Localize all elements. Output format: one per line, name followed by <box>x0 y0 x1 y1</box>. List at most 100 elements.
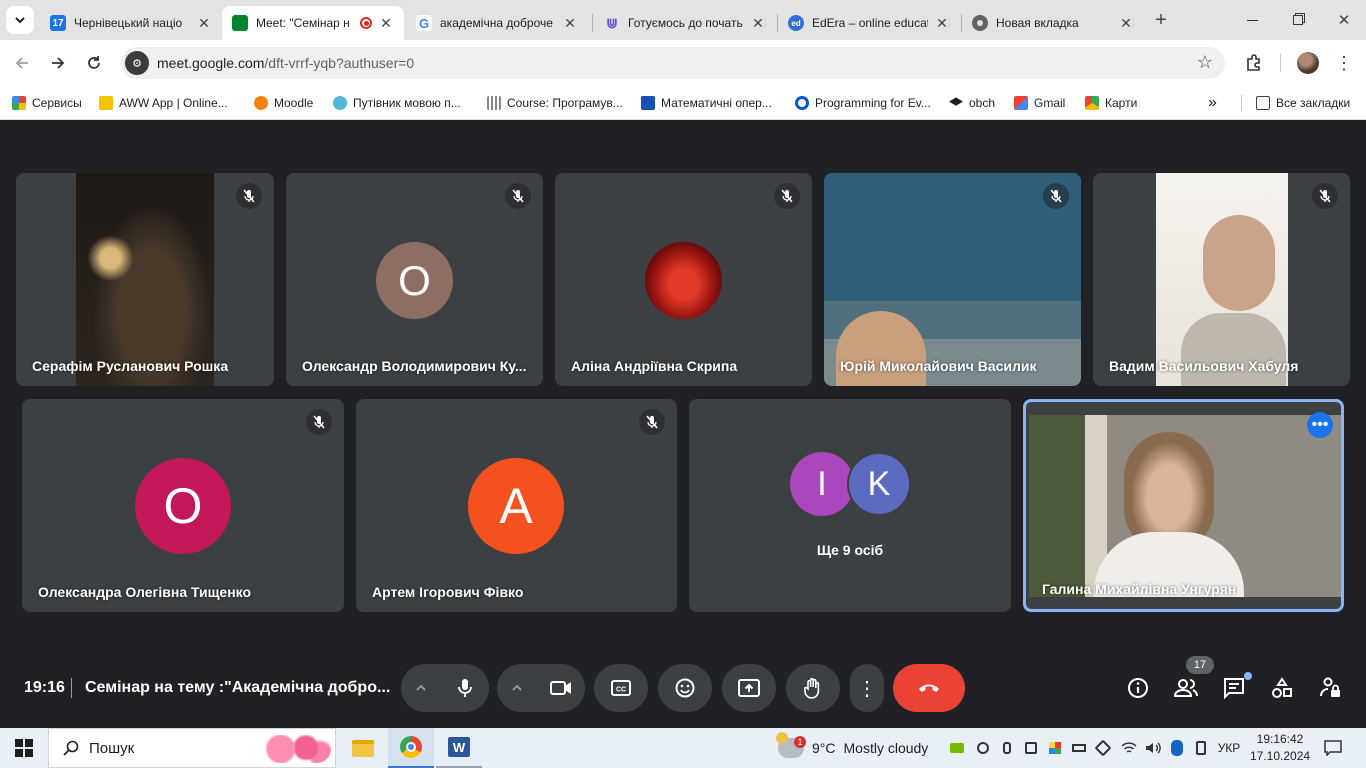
all-bookmarks-button[interactable]: Все закладки <box>1256 93 1350 113</box>
camera-icon <box>550 681 571 695</box>
nvidia-tray-icon[interactable] <box>946 728 968 768</box>
activities-button[interactable] <box>1268 674 1296 702</box>
more-bookmarks-button[interactable]: » <box>1208 93 1217 113</box>
tab-title: Meet: "Семінар н <box>256 16 350 30</box>
bluetooth-tray-icon[interactable] <box>1166 728 1188 768</box>
participant-tile[interactable]: Аліна Андріївна Скрипа <box>555 173 812 386</box>
language-indicator[interactable]: УКР <box>1214 728 1244 768</box>
bookmark-gmail[interactable]: Gmail <box>1014 93 1065 113</box>
video-options-button[interactable] <box>497 677 537 700</box>
close-icon[interactable]: ✕ <box>934 15 950 32</box>
bookmark-services[interactable]: Сервисы <box>12 93 82 113</box>
reload-button[interactable] <box>80 49 108 77</box>
minimize-button[interactable] <box>1238 6 1266 34</box>
wifi-tray-icon[interactable] <box>1118 728 1140 768</box>
more-options-button[interactable]: ⋮ <box>850 664 884 712</box>
participant-tile[interactable]: O Олександр Володимирович Ку... <box>286 173 543 386</box>
tab-chernivtsi[interactable]: 17 Чернівецький націо ✕ <box>40 6 222 40</box>
bookmark-label: Moodle <box>274 96 314 110</box>
tray-icon[interactable] <box>972 728 994 768</box>
close-icon[interactable]: ✕ <box>378 15 394 32</box>
reactions-button[interactable] <box>658 664 712 712</box>
bookmark-guide[interactable]: Путівник мовою п... <box>333 93 461 113</box>
tray-icon[interactable] <box>996 728 1018 768</box>
participant-tile[interactable]: O Олександра Олегівна Тищенко <box>22 399 344 612</box>
url-host: meet.google.com <box>157 55 265 71</box>
chrome-taskbar-button[interactable] <box>388 728 434 768</box>
bookmark-star-icon[interactable]: ☆ <box>1197 52 1213 73</box>
meeting-details-button[interactable] <box>1124 674 1152 702</box>
raise-hand-button[interactable] <box>786 664 840 712</box>
bookmark-course[interactable]: Course: Програмув... <box>487 93 623 113</box>
start-button[interactable] <box>0 728 48 768</box>
search-highlight-image <box>259 735 331 763</box>
participant-tile[interactable]: Серафім Русланович Рошка <box>16 173 274 386</box>
camera-button[interactable] <box>537 664 585 712</box>
tab-academic-integrity[interactable]: G академічна доброче ✕ <box>406 6 588 40</box>
audio-options-button[interactable] <box>401 677 441 700</box>
tab-preparing[interactable]: ⋓ Готуємось до почать ✕ <box>594 6 776 40</box>
taskbar-search-box[interactable]: Пошук <box>48 728 336 768</box>
battery-tray-icon[interactable] <box>1068 728 1090 768</box>
word-taskbar-button[interactable]: W <box>436 728 482 768</box>
tray-icon[interactable] <box>1092 728 1114 768</box>
microphone-button[interactable] <box>441 664 489 712</box>
chat-button[interactable] <box>1220 672 1252 702</box>
bookmark-aww-app[interactable]: AWW App | Online... <box>99 93 228 113</box>
avatar: A <box>468 458 564 554</box>
restore-button[interactable] <box>1284 6 1312 34</box>
bookmark-label: Course: Програмув... <box>507 96 623 110</box>
address-bar[interactable]: ⚙ meet.google.com/dft-vrrf-yqb?authuser=… <box>121 47 1225 79</box>
bookmark-maps[interactable]: Карти <box>1085 93 1137 113</box>
toolbar-divider <box>1280 54 1281 72</box>
participant-tile[interactable]: A Артем Ігорович Фівко <box>356 399 677 612</box>
tray-icon[interactable] <box>1020 728 1042 768</box>
site-info-icon[interactable]: ⚙ <box>125 51 149 75</box>
profile-button[interactable] <box>1294 49 1322 77</box>
self-view-tile[interactable]: ••• Галина Михайлівна Унгурян <box>1023 399 1344 612</box>
notifications-button[interactable] <box>1318 728 1348 768</box>
participant-tile[interactable]: Юрій Миколайович Василик <box>824 173 1081 386</box>
bookmark-moodle[interactable]: Moodle <box>254 93 313 113</box>
tray-icon[interactable] <box>1190 728 1212 768</box>
extensions-button[interactable] <box>1240 49 1268 77</box>
microphone-icon <box>458 679 472 697</box>
system-clock[interactable]: 19:16:42 17.10.2024 <box>1250 731 1310 765</box>
leave-call-button[interactable] <box>893 664 965 712</box>
tab-search-button[interactable] <box>6 6 34 34</box>
others-tile[interactable]: I K Ще 9 осіб <box>689 399 1011 612</box>
captions-button[interactable]: CC <box>594 664 648 712</box>
hang-up-icon <box>919 684 939 692</box>
file-explorer-button[interactable] <box>340 728 386 768</box>
close-icon[interactable]: ✕ <box>750 15 766 32</box>
close-icon[interactable]: ✕ <box>196 15 212 32</box>
tab-new-tab[interactable]: Новая вкладка ✕ <box>962 6 1144 40</box>
url-text[interactable]: meet.google.com/dft-vrrf-yqb?authuser=0 <box>157 55 414 71</box>
volume-tray-icon[interactable] <box>1142 728 1164 768</box>
bookmarks-divider <box>1241 95 1242 111</box>
weather-widget[interactable]: 1 9°C Mostly cloudy <box>776 728 934 768</box>
participant-tile[interactable]: Вадим Васильович Хабуля <box>1093 173 1350 386</box>
close-window-button[interactable]: ✕ <box>1330 6 1358 34</box>
mic-off-indicator <box>1043 183 1069 209</box>
close-icon[interactable]: ✕ <box>1118 15 1134 32</box>
host-controls-button[interactable] <box>1316 674 1344 702</box>
security-tray-icon[interactable] <box>1044 728 1066 768</box>
new-tab-button[interactable]: + <box>1147 6 1175 34</box>
avatar: K <box>847 452 911 516</box>
tab-edera[interactable]: ed EdEra – online educat ✕ <box>778 6 960 40</box>
present-screen-button[interactable] <box>722 664 776 712</box>
more-options-button[interactable]: ••• <box>1307 412 1333 438</box>
bookmark-math[interactable]: Математичні опер... <box>641 93 772 113</box>
back-button[interactable] <box>8 49 36 77</box>
mic-off-indicator <box>306 409 332 435</box>
aww-app-icon <box>99 96 113 110</box>
forward-button[interactable] <box>44 49 72 77</box>
chrome-menu-button[interactable]: ⋮ <box>1330 49 1358 77</box>
people-button[interactable]: 17 <box>1172 656 1214 702</box>
close-icon[interactable]: ✕ <box>562 15 578 32</box>
mic-off-icon <box>1050 189 1062 203</box>
bookmark-programming[interactable]: Programming for Ev... <box>795 93 931 113</box>
tab-meet[interactable]: Meet: "Семінар н ✕ <box>222 6 404 40</box>
bookmark-obch[interactable]: obch <box>949 93 995 113</box>
